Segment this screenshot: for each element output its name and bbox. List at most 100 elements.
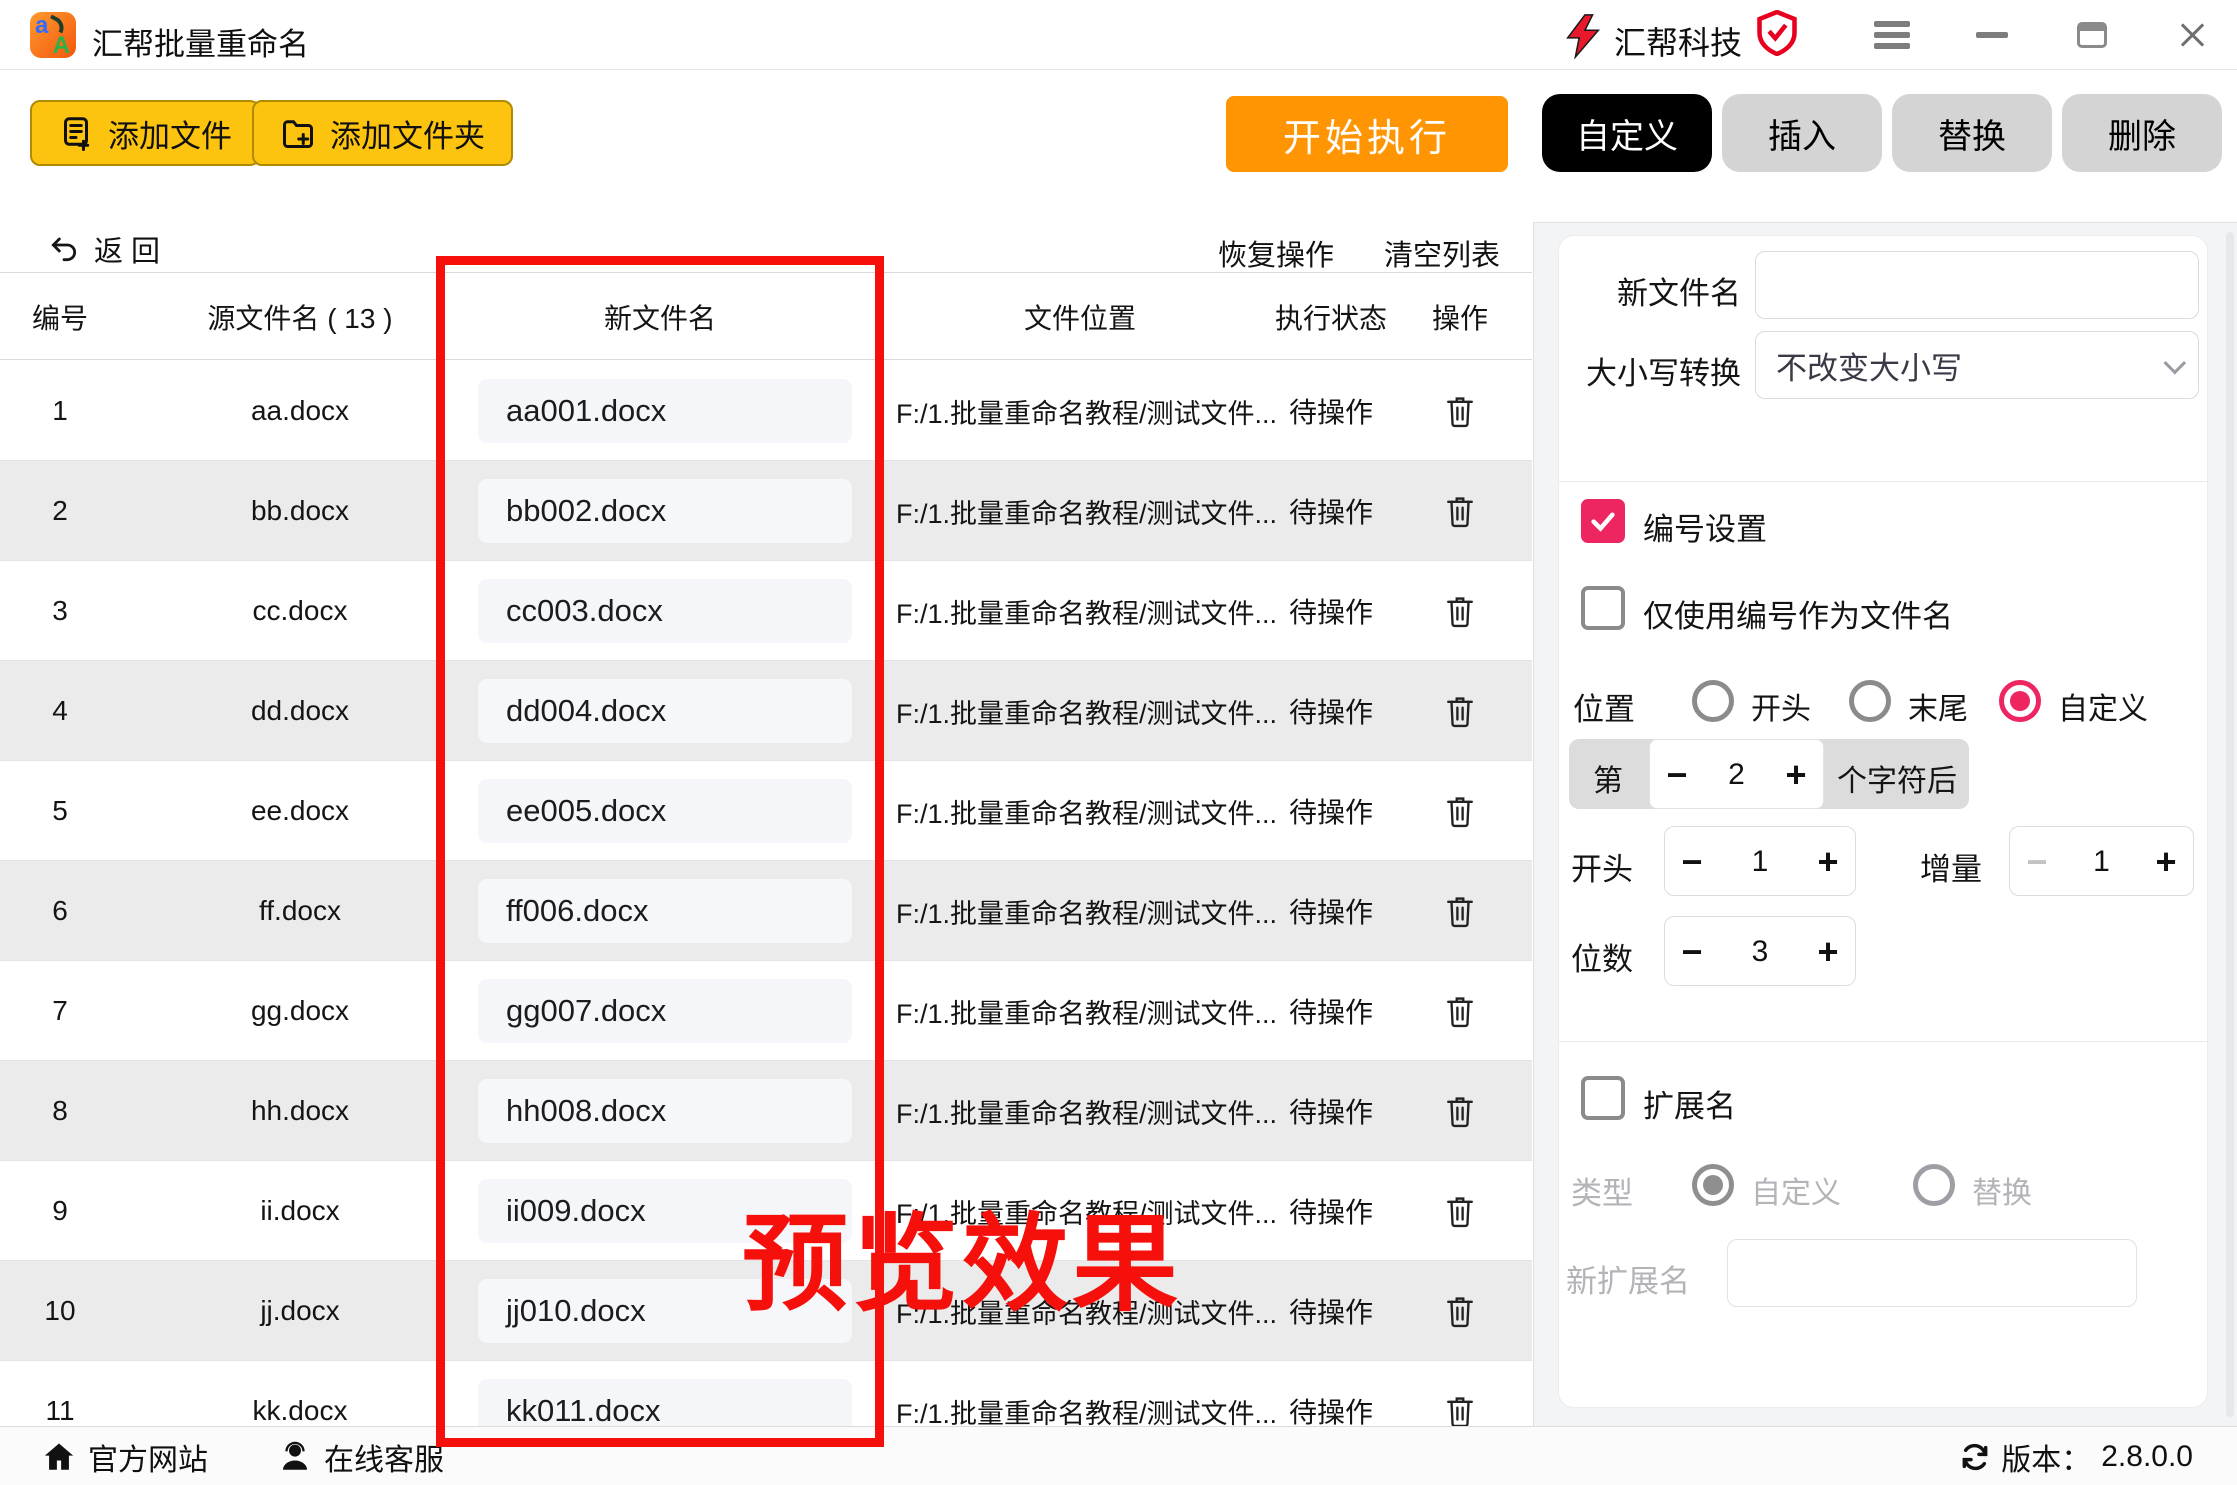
add-folder-button[interactable]: 添加文件夹	[252, 100, 513, 166]
case-convert-label: 大小写转换	[1567, 348, 1741, 393]
row-new-name-box[interactable]: dd004.docx	[478, 679, 852, 743]
new-name-label: 新文件名	[1579, 268, 1741, 313]
row-new-name-box[interactable]: bb002.docx	[478, 479, 852, 543]
start-plus-button[interactable]: +	[1801, 827, 1855, 897]
check-icon	[1588, 506, 1618, 536]
close-button[interactable]	[2162, 0, 2222, 70]
undo-icon	[48, 233, 80, 265]
table-row: 1 aa.docx aa001.docx F:/1.批量重命名教程/测试文件..…	[0, 361, 1532, 461]
row-source-name: ee.docx	[130, 761, 470, 861]
row-index: 11	[0, 1361, 120, 1430]
position-end-label: 末尾	[1908, 684, 1968, 728]
row-source-name: dd.docx	[130, 661, 470, 761]
maximize-icon	[2077, 22, 2107, 48]
add-file-button[interactable]: 添加文件	[30, 100, 260, 166]
tab-insert[interactable]: 插入	[1722, 94, 1882, 172]
extension-label: 扩展名	[1643, 1081, 1736, 1126]
minimize-icon	[1976, 32, 2008, 38]
start-number-stepper: − 1 +	[1664, 826, 1856, 896]
row-delete-button[interactable]	[1404, 761, 1516, 861]
refresh-icon[interactable]	[1959, 1441, 1991, 1473]
only-number-checkbox[interactable]	[1581, 586, 1625, 630]
row-new-name-box[interactable]: ff006.docx	[478, 879, 852, 943]
trash-icon	[1444, 394, 1476, 428]
row-delete-button[interactable]	[1404, 561, 1516, 661]
row-new-name-box[interactable]: ii009.docx	[478, 1179, 852, 1243]
tab-replace[interactable]: 替换	[1892, 94, 2052, 172]
new-name-input[interactable]	[1755, 251, 2199, 319]
numbering-checkbox[interactable]	[1581, 499, 1625, 543]
row-delete-button[interactable]	[1404, 1061, 1516, 1161]
section-divider	[1559, 1041, 2209, 1042]
position-radio-end[interactable]	[1849, 680, 1891, 722]
row-new-name-box[interactable]: gg007.docx	[478, 979, 852, 1043]
row-status: 待操作	[1266, 461, 1396, 561]
row-delete-button[interactable]	[1404, 861, 1516, 961]
row-delete-button[interactable]	[1404, 661, 1516, 761]
ext-type-label: 类型	[1571, 1168, 1633, 1213]
row-status: 待操作	[1266, 661, 1396, 761]
new-extension-input[interactable]	[1727, 1239, 2137, 1307]
row-new-name-box[interactable]: aa001.docx	[478, 379, 852, 443]
back-button[interactable]: 返 回	[48, 228, 160, 270]
row-delete-button[interactable]	[1404, 1361, 1516, 1430]
row-source-name: hh.docx	[130, 1061, 470, 1161]
custom-position-plus-button[interactable]: +	[1769, 740, 1823, 810]
ext-type-radio-custom[interactable]	[1692, 1164, 1734, 1206]
case-convert-select[interactable]: 不改变大小写	[1755, 331, 2199, 399]
online-support-link[interactable]: 在线客服	[278, 1427, 444, 1485]
position-radio-custom[interactable]	[1999, 680, 2041, 722]
digits-label: 位数	[1571, 934, 1633, 979]
row-delete-button[interactable]	[1404, 961, 1516, 1061]
version-info: 版本： 2.8.0.0	[1959, 1427, 2193, 1485]
row-index: 6	[0, 861, 120, 961]
row-new-name-box[interactable]: cc003.docx	[478, 579, 852, 643]
table-row: 10 jj.docx jj010.docx F:/1.批量重命名教程/测试文件.…	[0, 1261, 1532, 1361]
row-new-name-box[interactable]: kk011.docx	[478, 1379, 852, 1430]
row-delete-button[interactable]	[1404, 461, 1516, 561]
row-status: 待操作	[1266, 1361, 1396, 1430]
row-new-name-box[interactable]: ee005.docx	[478, 779, 852, 843]
table-row: 8 hh.docx hh008.docx F:/1.批量重命名教程/测试文件..…	[0, 1061, 1532, 1161]
table-row: 4 dd.docx dd004.docx F:/1.批量重命名教程/测试文件..…	[0, 661, 1532, 761]
tab-custom[interactable]: 自定义	[1542, 94, 1712, 172]
app-title: 汇帮批量重命名	[92, 19, 309, 64]
row-status: 待操作	[1266, 1161, 1396, 1261]
trash-icon	[1444, 1194, 1476, 1228]
row-new-name-box[interactable]: jj010.docx	[478, 1279, 852, 1343]
increment-plus-button[interactable]: +	[2139, 827, 2193, 897]
panel-scrollbar[interactable]	[2226, 232, 2234, 1417]
new-extension-label: 新扩展名	[1566, 1256, 1690, 1301]
row-status: 待操作	[1266, 561, 1396, 661]
row-source-name: cc.docx	[130, 561, 470, 661]
row-index: 8	[0, 1061, 120, 1161]
tab-delete[interactable]: 删除	[2062, 94, 2222, 172]
brand-name: 汇帮科技	[1614, 18, 1742, 64]
menu-button[interactable]	[1862, 0, 1922, 70]
row-index: 2	[0, 461, 120, 561]
row-index: 7	[0, 961, 120, 1061]
brand-lightning-icon	[1560, 13, 1606, 59]
row-delete-button[interactable]	[1404, 1161, 1516, 1261]
restore-operation-button[interactable]: 恢复操作	[1218, 232, 1334, 274]
start-execute-button[interactable]: 开始执行	[1226, 96, 1508, 172]
clear-list-button[interactable]: 清空列表	[1384, 232, 1500, 274]
hamburger-icon	[1874, 16, 1910, 54]
maximize-button[interactable]	[2062, 0, 2122, 70]
custom-position-group: 第 − 2 + 个字符后	[1569, 739, 1969, 809]
extension-checkbox[interactable]	[1581, 1076, 1625, 1120]
ext-type-radio-replace[interactable]	[1913, 1164, 1955, 1206]
row-new-name-box[interactable]: hh008.docx	[478, 1079, 852, 1143]
position-radio-start[interactable]	[1692, 680, 1734, 722]
row-delete-button[interactable]	[1404, 1261, 1516, 1361]
row-delete-button[interactable]	[1404, 361, 1516, 461]
header-status: 执行状态	[1266, 273, 1396, 361]
digits-plus-button[interactable]: +	[1801, 917, 1855, 987]
minimize-button[interactable]	[1962, 0, 2022, 70]
header-index: 编号	[0, 273, 120, 361]
add-file-label: 添加文件	[108, 111, 232, 156]
official-website-link[interactable]: 官方网站	[42, 1427, 208, 1485]
row-index: 10	[0, 1261, 120, 1361]
version-value: 2.8.0.0	[2101, 1440, 2193, 1474]
row-index: 9	[0, 1161, 120, 1261]
